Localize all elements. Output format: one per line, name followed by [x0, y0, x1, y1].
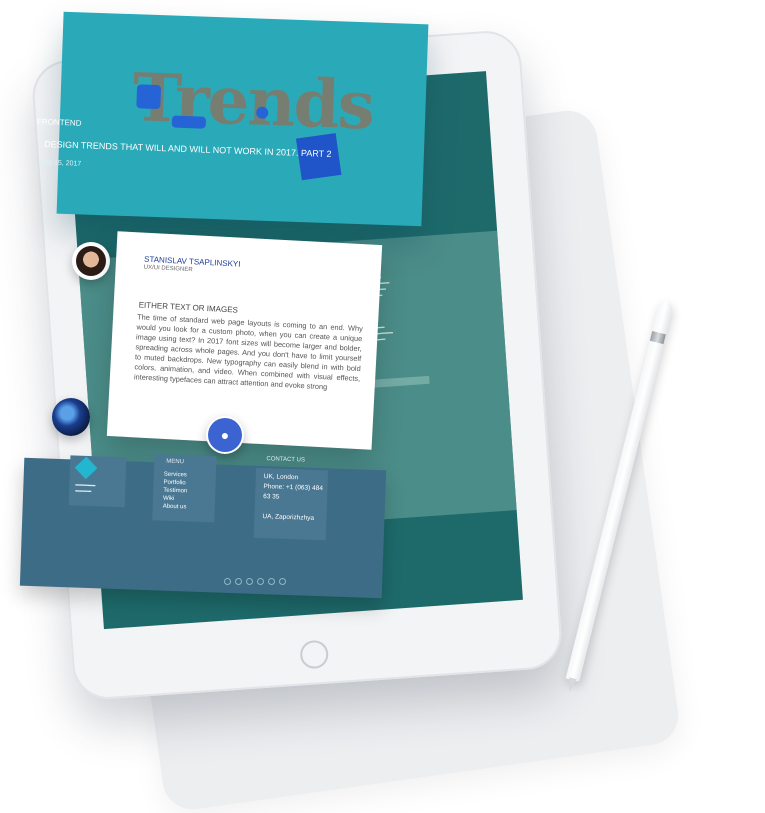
- menu-list: Services Portfolio Testimon Wiki About u…: [163, 471, 188, 512]
- social-icon[interactable]: [246, 578, 253, 585]
- author-role: UX/UI DESIGNER: [143, 264, 193, 274]
- article-body: The time of standard web page layouts is…: [133, 312, 364, 392]
- blue-sphere-decoration: [136, 84, 162, 110]
- home-button-icon[interactable]: [299, 639, 330, 670]
- footer-contact-card: CONTACT US UK, London Phone: +1 (063) 48…: [253, 456, 329, 541]
- footer-logo-text: ▬▬▬▬▬ ▬▬▬▬: [75, 481, 96, 494]
- social-icon[interactable]: [257, 578, 264, 585]
- trends-word: Trends: [131, 58, 375, 145]
- blue-tube-decoration: [171, 115, 207, 129]
- pencil-band: [649, 331, 666, 345]
- logo-diamond-icon: [74, 456, 98, 480]
- social-icon[interactable]: [268, 578, 275, 585]
- earth-icon: [52, 398, 90, 436]
- contact-lines: UK, London Phone: +1 (063) 484 63 35 UA,…: [262, 472, 323, 524]
- hero-banner: Trends: [56, 11, 429, 227]
- avatar-photo-icon: [72, 242, 110, 280]
- menu-title: MENU: [166, 458, 185, 466]
- social-icon[interactable]: [235, 578, 242, 585]
- hero-category[interactable]: FRONTEND: [37, 117, 82, 128]
- hero-date: Feb 15, 2017: [39, 159, 82, 168]
- article-card: STANISLAV TSAPLINSKYI UX/UI DESIGNER EIT…: [106, 231, 383, 450]
- footer-logo-card: ▬▬▬▬▬ ▬▬▬▬: [68, 455, 127, 508]
- person-icon: ●: [206, 416, 244, 454]
- social-dots: [224, 572, 290, 590]
- footer-strip: ▬▬▬▬▬ ▬▬▬▬ MENU Services Portfolio Testim…: [19, 454, 387, 599]
- menu-item-about[interactable]: About us: [163, 503, 187, 512]
- footer-menu-card: MENU Services Portfolio Testimon Wiki Ab…: [152, 454, 217, 523]
- social-icon[interactable]: [224, 578, 231, 585]
- social-icon[interactable]: [279, 578, 286, 585]
- contact-title: CONTACT US: [266, 456, 305, 464]
- contact-line: UA, Zaporizhzhya: [262, 513, 315, 522]
